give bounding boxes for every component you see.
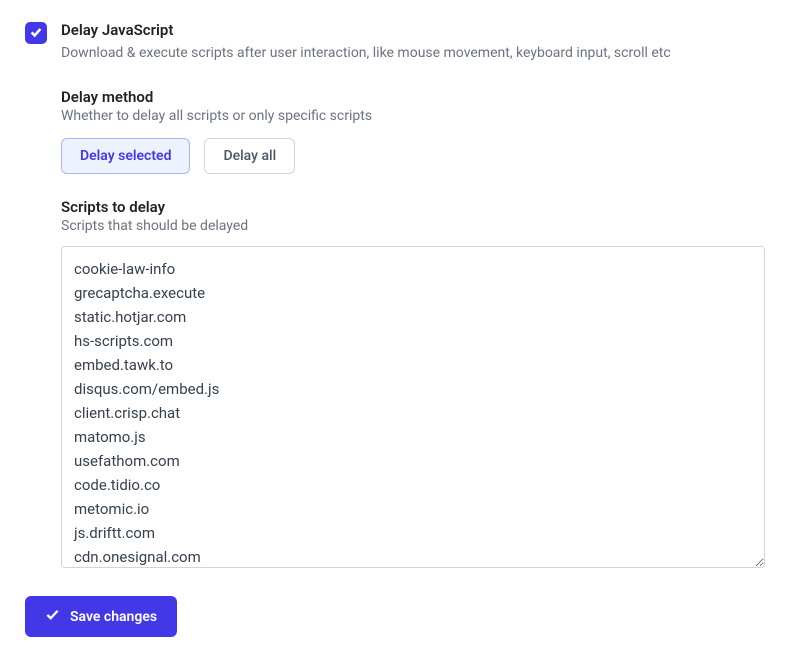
delay-method-button-group: Delay selected Delay all <box>61 138 765 174</box>
save-button-label: Save changes <box>70 609 157 625</box>
check-icon <box>29 24 43 43</box>
check-icon <box>45 607 60 626</box>
delay-method-title: Delay method <box>61 88 765 106</box>
delay-all-button[interactable]: Delay all <box>204 138 295 174</box>
scripts-to-delay-title: Scripts to delay <box>61 198 765 216</box>
delay-javascript-title: Delay JavaScript <box>61 20 765 41</box>
delay-javascript-checkbox[interactable] <box>25 22 47 44</box>
delay-javascript-description: Download & execute scripts after user in… <box>61 43 765 64</box>
delay-method-description: Whether to delay all scripts or only spe… <box>61 108 765 124</box>
scripts-to-delay-textarea[interactable] <box>61 246 765 568</box>
delay-selected-button[interactable]: Delay selected <box>61 138 190 174</box>
scripts-to-delay-description: Scripts that should be delayed <box>61 218 765 234</box>
save-changes-button[interactable]: Save changes <box>25 596 177 637</box>
